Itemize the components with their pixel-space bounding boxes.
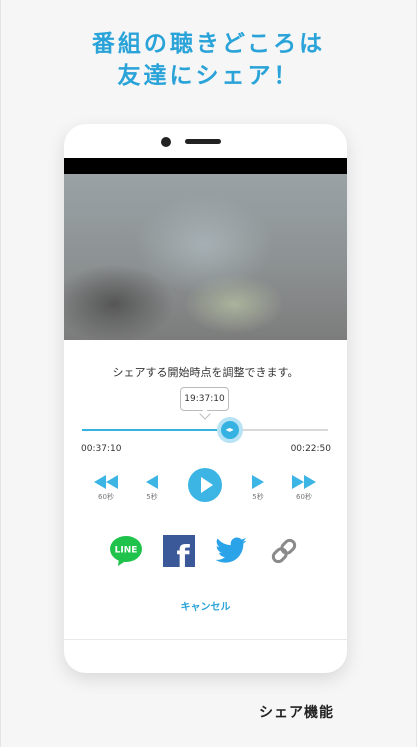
phone-speaker xyxy=(185,139,221,144)
share-facebook-button[interactable]: f xyxy=(162,534,196,575)
seek-progress xyxy=(82,429,230,431)
forward-60-button[interactable]: 60秒 xyxy=(286,474,322,508)
rewind-60-button[interactable]: 60秒 xyxy=(88,474,124,508)
share-instruction: シェアする開始時点を調整できます。 xyxy=(112,366,299,379)
headline-line-1: 番組の聴きどころは xyxy=(91,31,326,57)
fast-forward-icon xyxy=(292,475,316,489)
share-line-button[interactable]: LINE xyxy=(109,534,143,568)
headline-line-2: 友達にシェア！ xyxy=(117,63,300,89)
headline: 番組の聴きどころは 友達にシェア！ xyxy=(0,28,417,92)
status-bar xyxy=(64,158,347,174)
rewind-60-label: 60秒 xyxy=(98,493,114,501)
seek-track[interactable] xyxy=(82,429,328,431)
line-icon-label: LINE xyxy=(115,546,138,556)
share-twitter-button[interactable] xyxy=(214,534,248,568)
forward-5-label: 5秒 xyxy=(252,493,264,501)
current-time-bubble: 19:37:10 xyxy=(180,387,229,411)
link-icon xyxy=(271,538,297,564)
forward-60-label: 60秒 xyxy=(296,493,312,501)
seek-handle[interactable]: ◂▸ xyxy=(216,417,243,443)
rewind-5-label: 5秒 xyxy=(146,493,158,501)
rewind-icon xyxy=(94,475,118,489)
facebook-icon-glyph: f xyxy=(176,540,190,568)
twitter-icon xyxy=(215,537,247,563)
feature-caption: シェア機能 xyxy=(259,705,334,721)
forward-icon xyxy=(252,475,264,489)
cancel-button[interactable]: キャンセル xyxy=(64,598,347,613)
phone-camera xyxy=(161,137,171,147)
rewind-5-button[interactable]: 5秒 xyxy=(134,474,170,508)
forward-5-button[interactable]: 5秒 xyxy=(240,474,276,508)
end-time: 00:22:50 xyxy=(290,444,331,454)
back-icon xyxy=(146,475,158,489)
play-icon xyxy=(201,477,213,493)
facebook-icon: f xyxy=(163,535,195,575)
bottom-divider xyxy=(64,639,347,640)
start-time: 00:37:10 xyxy=(81,444,122,454)
video-thumbnail xyxy=(64,174,347,340)
phone-mockup: シェアする開始時点を調整できます。 19:37:10 ◂▸ 00:37:10 0… xyxy=(64,124,347,673)
drag-arrows-icon: ◂▸ xyxy=(225,425,234,434)
play-button[interactable] xyxy=(188,468,222,502)
copy-link-button[interactable] xyxy=(267,534,301,568)
line-icon: LINE xyxy=(110,536,142,566)
